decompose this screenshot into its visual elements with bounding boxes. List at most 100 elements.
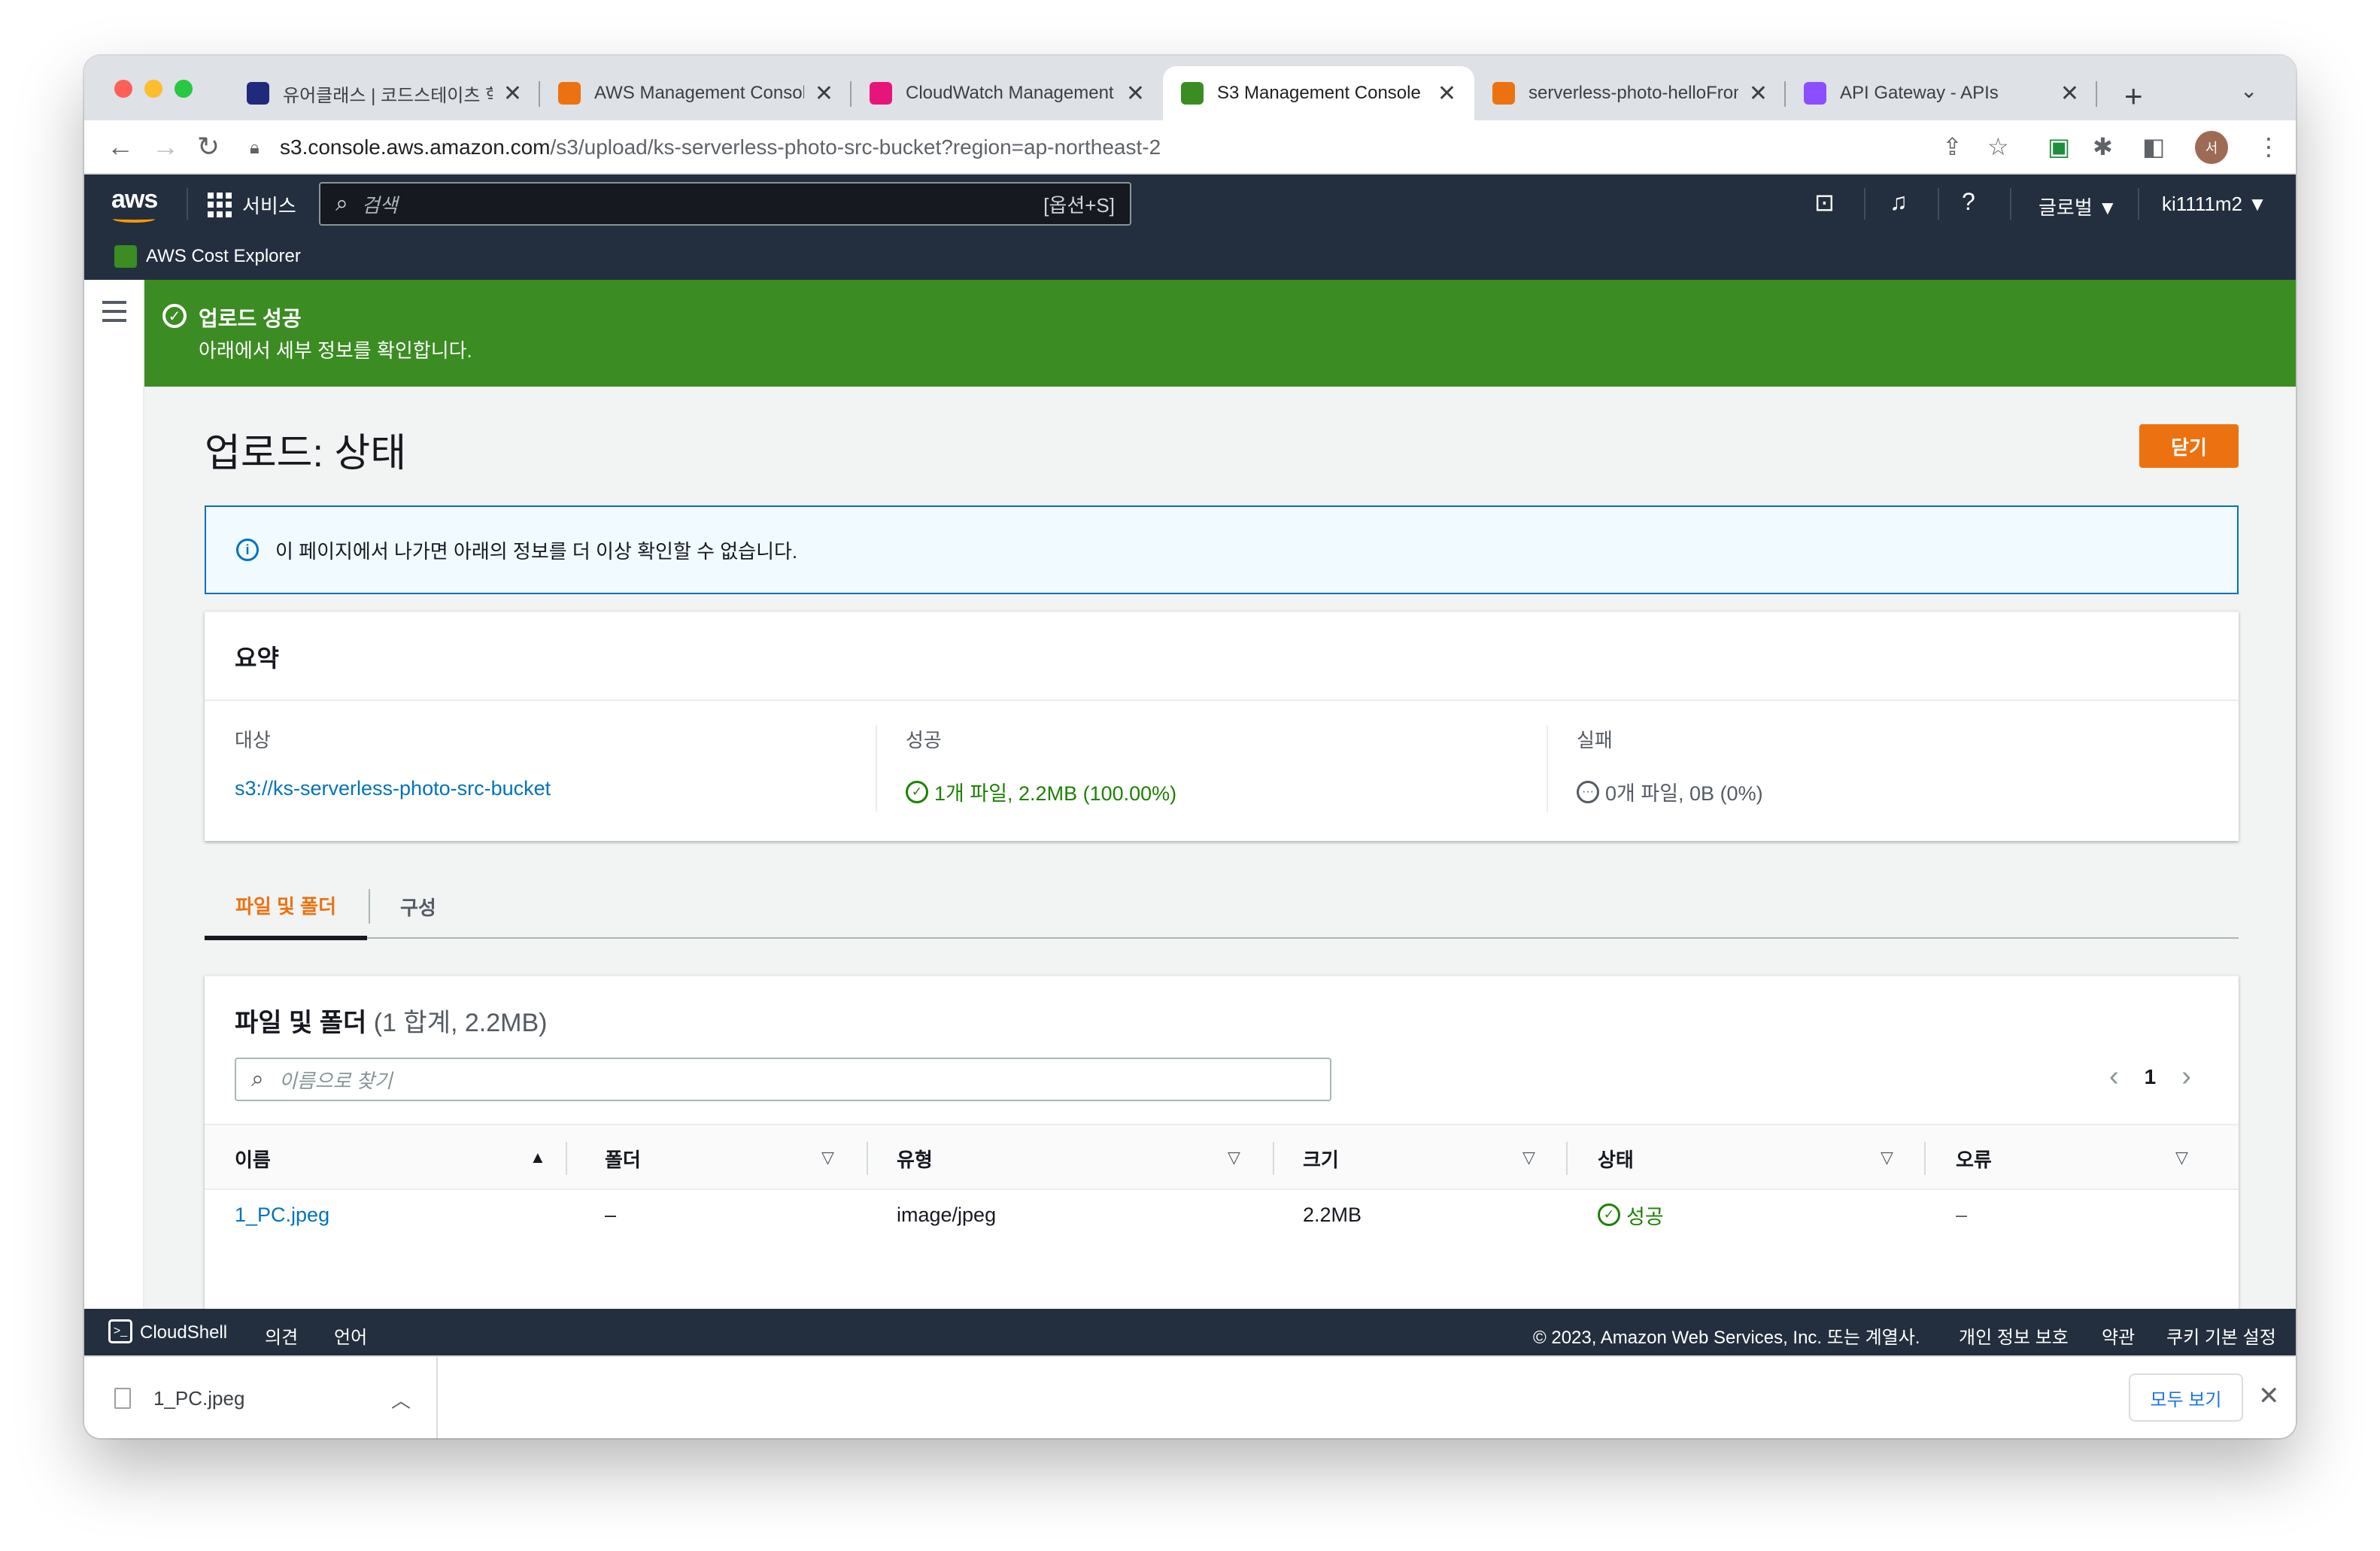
language-link[interactable]: 언어 xyxy=(334,1322,367,1349)
column-header-name[interactable]: 이름 xyxy=(235,1125,271,1191)
bookmark-star-icon[interactable]: ☆ xyxy=(1987,132,2009,161)
new-tab-button[interactable]: + xyxy=(2124,78,2143,114)
page-number[interactable]: 1 xyxy=(2145,1065,2157,1089)
tab-title: CloudWatch Management Console xyxy=(906,83,1116,103)
search-icon: ⌕ xyxy=(335,191,348,216)
avatar[interactable]: 서 xyxy=(2195,131,2228,164)
summary-success: 성공 ✓ 1개 파일, 2.2MB (100.00%) xyxy=(906,725,1176,806)
left-rail xyxy=(84,280,144,1309)
extensions-icon[interactable]: ✱ xyxy=(2093,132,2113,161)
info-alert: i 이 페이지에서 나가면 아래의 정보를 더 이상 확인할 수 없습니다. xyxy=(205,505,2239,594)
success-label: 성공 xyxy=(906,729,942,751)
sort-icon[interactable]: ▽ xyxy=(2175,1148,2188,1167)
browser-tab[interactable]: 유어클래스 | 코드스테이츠 학습 ✕ xyxy=(229,66,540,120)
tab-files-and-folders[interactable]: 파일 및 폴더 xyxy=(205,874,367,940)
feedback-link[interactable]: 의견 xyxy=(265,1322,298,1349)
file-status: ✓ 성공 xyxy=(1598,1190,1664,1240)
file-folder: – xyxy=(605,1203,617,1226)
lock-icon: 🔒︎ xyxy=(250,138,260,158)
close-icon[interactable]: ✕ xyxy=(2060,80,2079,107)
browser-tab[interactable]: CloudWatch Management Console ✕ xyxy=(852,66,1163,120)
close-button[interactable]: 닫기 xyxy=(2139,424,2239,468)
chevron-left-icon[interactable]: ‹ xyxy=(2109,1061,2119,1093)
services-menu-button[interactable]: 서비스 xyxy=(208,191,296,219)
region-selector[interactable]: 글로벌 ▼ xyxy=(2038,193,2117,220)
close-icon[interactable]: ✕ xyxy=(1749,80,1768,107)
file-name-link[interactable]: 1_PC.jpeg xyxy=(235,1190,329,1240)
failure-value: 0개 파일, 0B (0%) xyxy=(1605,782,1763,805)
close-icon[interactable]: ✕ xyxy=(2258,1381,2280,1411)
file-type: image/jpeg xyxy=(897,1203,997,1226)
grid-icon xyxy=(208,192,233,218)
sort-icon[interactable]: ▽ xyxy=(1228,1148,1240,1167)
check-circle-icon: ✓ xyxy=(1598,1203,1620,1226)
forward-icon[interactable]: → xyxy=(152,131,179,162)
browser-tab[interactable]: S3 Management Console ✕ xyxy=(1163,66,1474,120)
column-header-size[interactable]: 크기 xyxy=(1303,1125,1339,1191)
file-size: 2.2MB xyxy=(1303,1203,1362,1226)
account-menu[interactable]: ki1111m2 ▼ xyxy=(2162,193,2267,216)
content-tabs: 파일 및 폴더 구성 xyxy=(205,874,2239,940)
terms-link[interactable]: 약관 xyxy=(2102,1322,2135,1349)
search-placeholder: 검색 xyxy=(361,193,398,217)
chevron-right-icon[interactable]: › xyxy=(2181,1061,2191,1093)
column-header-status[interactable]: 상태 xyxy=(1598,1125,1634,1191)
reload-icon[interactable]: ↻ xyxy=(197,131,220,162)
table-header: 이름 ▲ 폴더 ▽ 유형 ▽ 크기 ▽ 상태 ▽ 오류 ▽ xyxy=(205,1124,2239,1190)
browser-tab[interactable]: AWS Management Console ✕ xyxy=(540,66,852,120)
help-icon[interactable]: ? xyxy=(1962,188,1975,216)
column-header-folder[interactable]: 폴더 xyxy=(605,1125,641,1191)
file-icon xyxy=(114,1388,131,1409)
minimize-window-button[interactable] xyxy=(144,80,162,98)
download-item[interactable]: 1_PC.jpeg ︿ xyxy=(84,1357,438,1438)
files-panel: 파일 및 폴더 (1 합계, 2.2MB) ⌕ 이름으로 찾기 ‹ 1 › 이름… xyxy=(205,975,2239,1309)
cloudshell-icon[interactable]: ⊡ xyxy=(1814,188,1835,217)
summary-heading: 요약 xyxy=(235,645,279,672)
copyright-text: © 2023, Amazon Web Services, Inc. 또는 계열사… xyxy=(1533,1328,1920,1348)
flash-title: 업로드 성공 xyxy=(199,307,302,330)
zoom-window-button[interactable] xyxy=(175,80,193,98)
browser-tab[interactable]: API Gateway - APIs ✕ xyxy=(1786,66,2097,120)
kebab-menu-icon[interactable]: ⋮ xyxy=(2257,132,2281,161)
chevron-up-icon[interactable]: ︿ xyxy=(391,1386,411,1413)
destination-link[interactable]: s3://ks-serverless-photo-src-bucket xyxy=(235,777,551,800)
share-icon[interactable]: ⇪ xyxy=(1942,132,1963,161)
files-count: (1 합계, 2.2MB) xyxy=(373,1009,548,1037)
side-panel-icon[interactable]: ◧ xyxy=(2142,132,2165,161)
favorite-cost-explorer[interactable]: AWS Cost Explorer xyxy=(146,246,301,267)
aws-logo[interactable]: aws xyxy=(111,185,158,214)
table-row: 1_PC.jpeg – image/jpeg 2.2MB ✓ 성공 – xyxy=(205,1190,2239,1240)
close-icon[interactable]: ✕ xyxy=(503,80,522,107)
api-gateway-icon xyxy=(1804,82,1826,105)
sort-icon[interactable]: ▽ xyxy=(1522,1148,1535,1167)
translate-extension-icon[interactable]: ▣ xyxy=(2048,132,2070,161)
close-icon[interactable]: ✕ xyxy=(1437,80,1456,107)
close-window-button[interactable] xyxy=(114,80,132,98)
tab-configuration[interactable]: 구성 xyxy=(400,874,436,939)
sort-icon[interactable]: ▽ xyxy=(1881,1148,1893,1167)
ellipsis-circle-icon: ··· xyxy=(1577,780,1599,803)
close-icon[interactable]: ✕ xyxy=(815,80,833,107)
page-title: 업로드: 상태 xyxy=(205,432,407,475)
address-bar[interactable]: 🔒︎ s3.console.aws.amazon.com/s3/upload/k… xyxy=(250,128,2025,167)
column-header-type[interactable]: 유형 xyxy=(897,1125,933,1191)
hamburger-icon[interactable] xyxy=(102,301,126,328)
column-header-error[interactable]: 오류 xyxy=(1956,1125,1992,1191)
back-icon[interactable]: ← xyxy=(107,131,134,162)
window-controls xyxy=(114,80,193,98)
file-search-input[interactable]: ⌕ 이름으로 찾기 xyxy=(235,1058,1331,1101)
aws-search-input[interactable]: ⌕ 검색 [옵션+S] xyxy=(319,182,1131,226)
cookie-preferences-link[interactable]: 쿠키 기본 설정 xyxy=(2166,1322,2276,1349)
browser-tab[interactable]: serverless-photo-helloFromLambda ✕ xyxy=(1474,66,1786,120)
tab-title: API Gateway - APIs xyxy=(1840,83,1999,103)
tab-search-icon[interactable]: ⌄ xyxy=(2240,78,2257,103)
success-flashbar: ✓ 업로드 성공 아래에서 세부 정보를 확인합니다. xyxy=(144,280,2296,387)
cloudshell-link[interactable]: CloudShell xyxy=(140,1322,227,1343)
bell-icon[interactable]: ♫ xyxy=(1890,188,1908,216)
sort-icon[interactable]: ▽ xyxy=(821,1148,834,1167)
privacy-link[interactable]: 개인 정보 보호 xyxy=(1959,1322,2069,1349)
sort-ascending-icon[interactable]: ▲ xyxy=(530,1148,546,1167)
close-icon[interactable]: ✕ xyxy=(1126,80,1145,107)
show-all-downloads-button[interactable]: 모두 보기 xyxy=(2129,1373,2243,1422)
s3-icon xyxy=(1181,82,1204,105)
